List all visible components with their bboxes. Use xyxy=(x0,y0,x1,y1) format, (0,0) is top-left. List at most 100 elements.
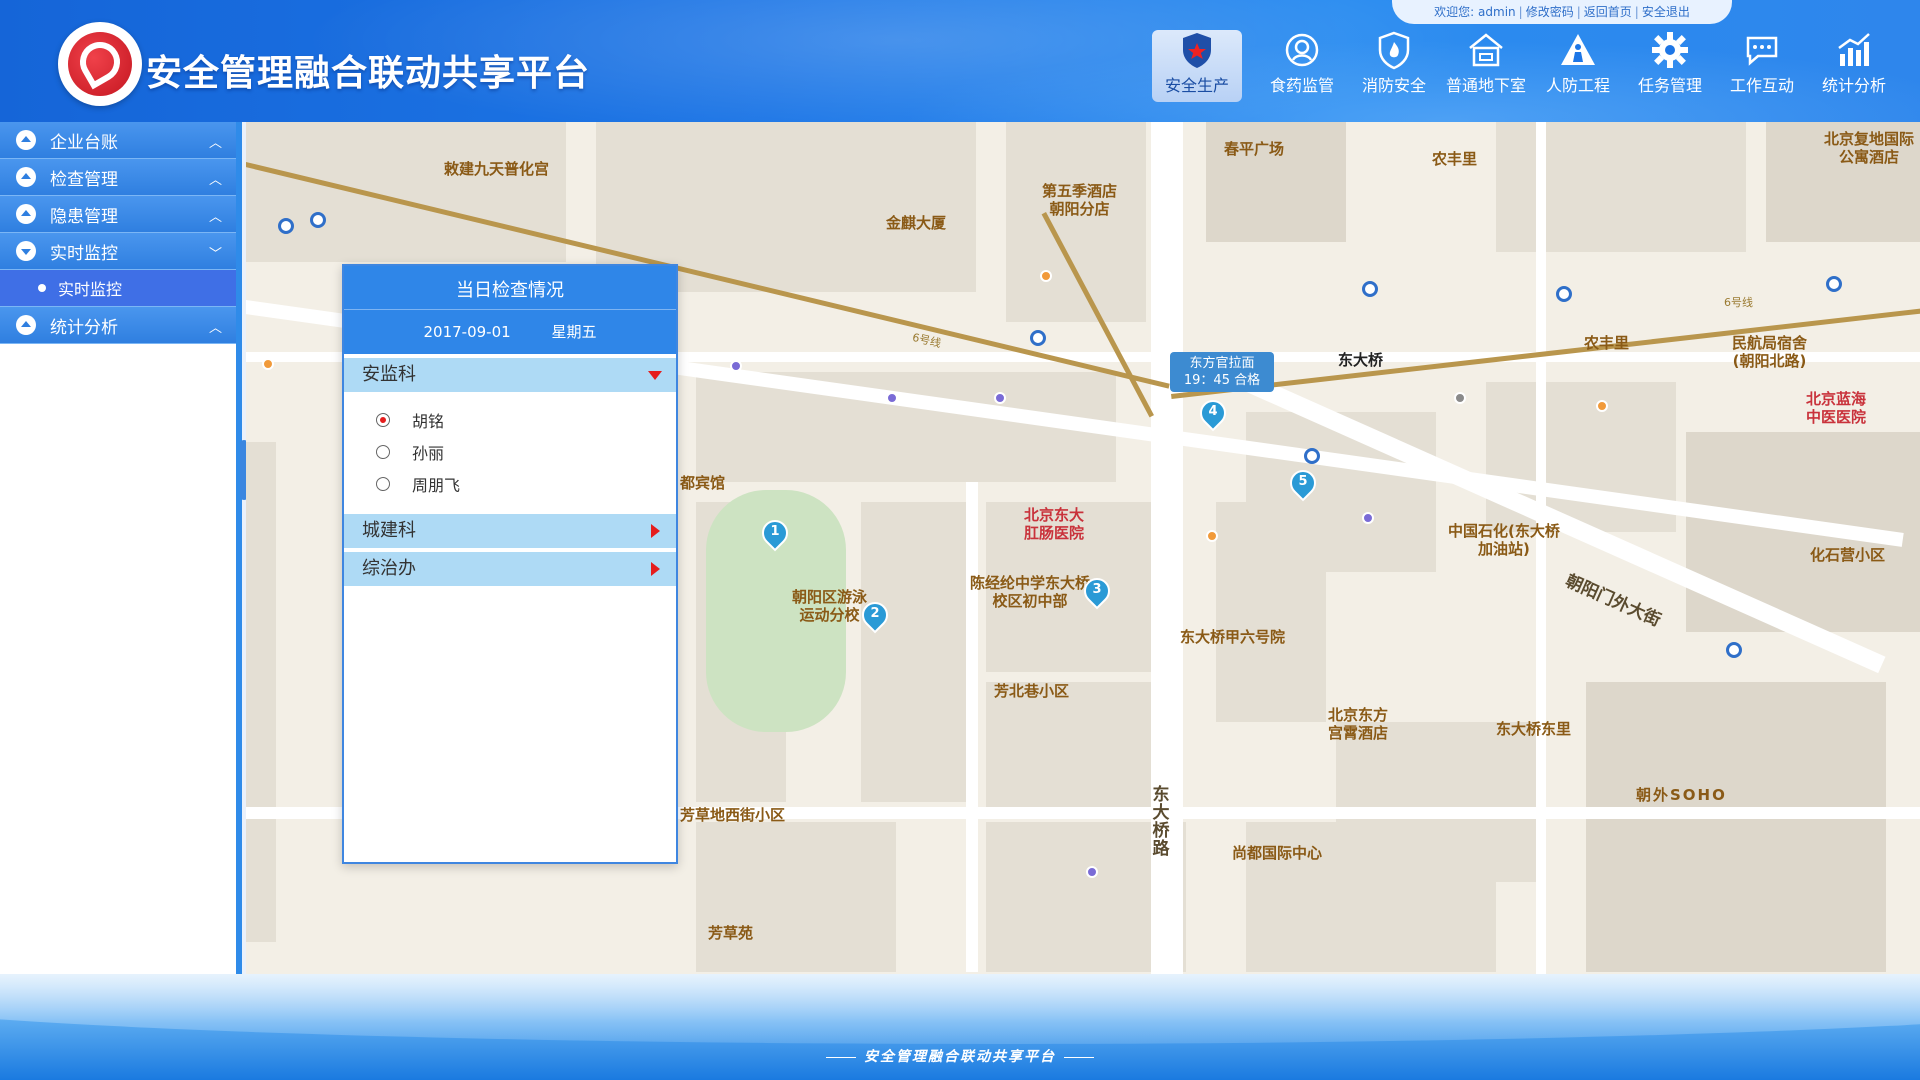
metro-line-label: 6号线 xyxy=(1724,296,1753,309)
person-option[interactable]: 周朋飞 xyxy=(344,468,676,500)
footer: 安全管理融合联动共享平台 xyxy=(0,974,1920,1080)
chevron-up-icon: ︿ xyxy=(208,321,222,336)
chevron-down-icon: ﹀ xyxy=(208,247,222,262)
sidebar: 企业台账 ︿ 检查管理 ︿ 隐患管理 ︿ 实时监控 ﹀ 实时监控 统计分析 ︿ xyxy=(0,122,248,1020)
subway-station-icon xyxy=(1030,330,1046,346)
collapse-icon xyxy=(16,315,36,335)
poi-marker xyxy=(262,358,274,370)
map-label: 陈经纶中学东大桥 校区初中部 xyxy=(970,574,1091,610)
poi-marker xyxy=(1362,512,1374,524)
nav-fire-safety[interactable]: 消防安全 xyxy=(1348,30,1440,102)
subway-station-icon xyxy=(278,218,294,234)
poi-marker xyxy=(1206,530,1218,542)
map-label: 民航局宿舍 (朝阳北路) xyxy=(1732,334,1808,370)
map-label: 东大桥东里 xyxy=(1496,720,1572,738)
food-drug-icon xyxy=(1285,33,1319,67)
panel-title: 当日检查情况 xyxy=(344,266,676,310)
radio-icon[interactable] xyxy=(376,445,390,459)
nav-civil-defense[interactable]: 人防工程 xyxy=(1532,30,1624,102)
map-pin[interactable]: 3 xyxy=(1078,572,1116,610)
chevron-up-icon: ︿ xyxy=(208,210,222,225)
subway-station-icon xyxy=(1556,286,1572,302)
map-label: 北京复地国际 公寓酒店 xyxy=(1824,130,1915,166)
radio-icon[interactable] xyxy=(376,413,390,427)
nav-task-management[interactable]: 任务管理 xyxy=(1624,30,1716,102)
map-label: 芳草地西街小区 xyxy=(680,806,786,824)
bullet-icon xyxy=(38,284,46,292)
footer-decoration xyxy=(0,974,1920,1044)
collapse-icon xyxy=(16,130,36,150)
chevron-up-icon: ︿ xyxy=(208,136,222,151)
road-label: 东大桥路 xyxy=(1152,785,1170,859)
footer-text: 安全管理融合联动共享平台 xyxy=(0,1046,1920,1066)
panel-header: 当日检查情况 2017-09-01 星期五 xyxy=(344,266,676,354)
poi-marker xyxy=(1086,866,1098,878)
civil-defense-icon xyxy=(1561,34,1595,65)
dept-urban-construction[interactable]: 城建科 xyxy=(344,514,676,548)
poi-marker xyxy=(730,360,742,372)
map-pin[interactable]: 4 xyxy=(1194,394,1232,432)
poi-marker xyxy=(1596,400,1608,412)
map-label: 芳北巷小区 xyxy=(994,682,1070,700)
expand-icon xyxy=(16,241,36,261)
person-option[interactable]: 胡铭 xyxy=(344,404,676,436)
dept-comprehensive-governance[interactable]: 综治办 xyxy=(344,552,676,586)
poi-marker xyxy=(886,392,898,404)
map-label: 东大桥甲六号院 xyxy=(1180,628,1286,646)
map-label: 金麒大厦 xyxy=(886,214,947,232)
map-label: 春平广场 xyxy=(1224,140,1285,158)
caret-down-icon xyxy=(648,371,662,380)
map-pin[interactable]: 1 xyxy=(756,514,794,552)
subway-station-icon xyxy=(1362,281,1378,297)
bar-chart-icon xyxy=(1838,33,1870,66)
sidebar-item-statistics[interactable]: 统计分析 ︿ xyxy=(0,307,236,344)
panel-date: 2017-09-01 xyxy=(423,323,511,341)
welcome-text: 欢迎您: admin xyxy=(1434,5,1516,19)
nav-food-drug[interactable]: 食药监管 xyxy=(1256,30,1348,102)
map-label: 农丰里 xyxy=(1432,150,1478,168)
caret-right-icon xyxy=(651,524,660,538)
back-home-link[interactable]: 返回首页 xyxy=(1584,5,1632,19)
fire-shield-icon xyxy=(1378,31,1410,70)
map-label: 敕建九天普化宫 xyxy=(444,160,550,178)
sidebar-item-hazard-management[interactable]: 隐患管理 ︿ xyxy=(0,196,236,233)
nav-work-interaction[interactable]: 工作互动 xyxy=(1716,30,1808,102)
poi-marker xyxy=(1454,392,1466,404)
collapse-icon xyxy=(16,204,36,224)
map-label: 北京东大 肛肠医院 xyxy=(1024,506,1085,542)
map-label: 朝阳区游泳 运动分校 xyxy=(792,588,868,624)
nav-statistics[interactable]: 统计分析 xyxy=(1808,30,1900,102)
poi-marker xyxy=(994,392,1006,404)
map-label: 化石营小区 xyxy=(1810,546,1886,564)
user-bar: 欢迎您: admin | 修改密码 | 返回首页 | 安全退出 xyxy=(1392,0,1732,24)
daily-inspection-panel: 当日检查情况 2017-09-01 星期五 安监科 胡铭 孙丽 周朋飞 城建科 … xyxy=(342,264,678,864)
map-label: 芳草苑 xyxy=(708,924,754,942)
subway-station-icon xyxy=(1826,276,1842,292)
subway-station-icon xyxy=(1726,642,1742,658)
dept-safety-supervision[interactable]: 安监科 xyxy=(344,358,676,392)
inspection-popup[interactable]: 东方官拉面 19：45 合格 xyxy=(1170,352,1274,392)
map-label: 都宾馆 xyxy=(680,474,726,492)
sidebar-item-inspection-management[interactable]: 检查管理 ︿ xyxy=(0,159,236,196)
map-label: 中国石化(东大桥 加油站) xyxy=(1448,522,1560,558)
sidebar-subitem-realtime-monitoring[interactable]: 实时监控 xyxy=(0,270,236,307)
subway-station-icon xyxy=(1304,448,1320,464)
change-password-link[interactable]: 修改密码 xyxy=(1526,5,1574,19)
chat-icon xyxy=(1746,36,1778,66)
chevron-up-icon: ︿ xyxy=(208,173,222,188)
nav-safety-production[interactable]: 安全生产 xyxy=(1152,30,1242,102)
sidebar-item-enterprise-ledger[interactable]: 企业台账 ︿ xyxy=(0,122,236,159)
person-option[interactable]: 孙丽 xyxy=(344,436,676,468)
app-title: 安全管理融合联动共享平台 xyxy=(146,53,591,94)
map-label: 尚都国际中心 xyxy=(1232,844,1323,862)
logout-link[interactable]: 安全退出 xyxy=(1642,5,1690,19)
map-pin[interactable]: 2 xyxy=(856,596,894,634)
radio-icon[interactable] xyxy=(376,477,390,491)
map-pin[interactable]: 5 xyxy=(1284,464,1322,502)
map-label: 北京蓝海 中医医院 xyxy=(1806,390,1867,426)
map-label: 农丰里 xyxy=(1584,334,1630,352)
panel-date-row: 2017-09-01 星期五 xyxy=(344,310,676,342)
basement-house-icon xyxy=(1469,33,1503,67)
sidebar-item-realtime-monitoring[interactable]: 实时监控 ﹀ xyxy=(0,233,236,270)
nav-basement[interactable]: 普通地下室 xyxy=(1440,30,1532,102)
